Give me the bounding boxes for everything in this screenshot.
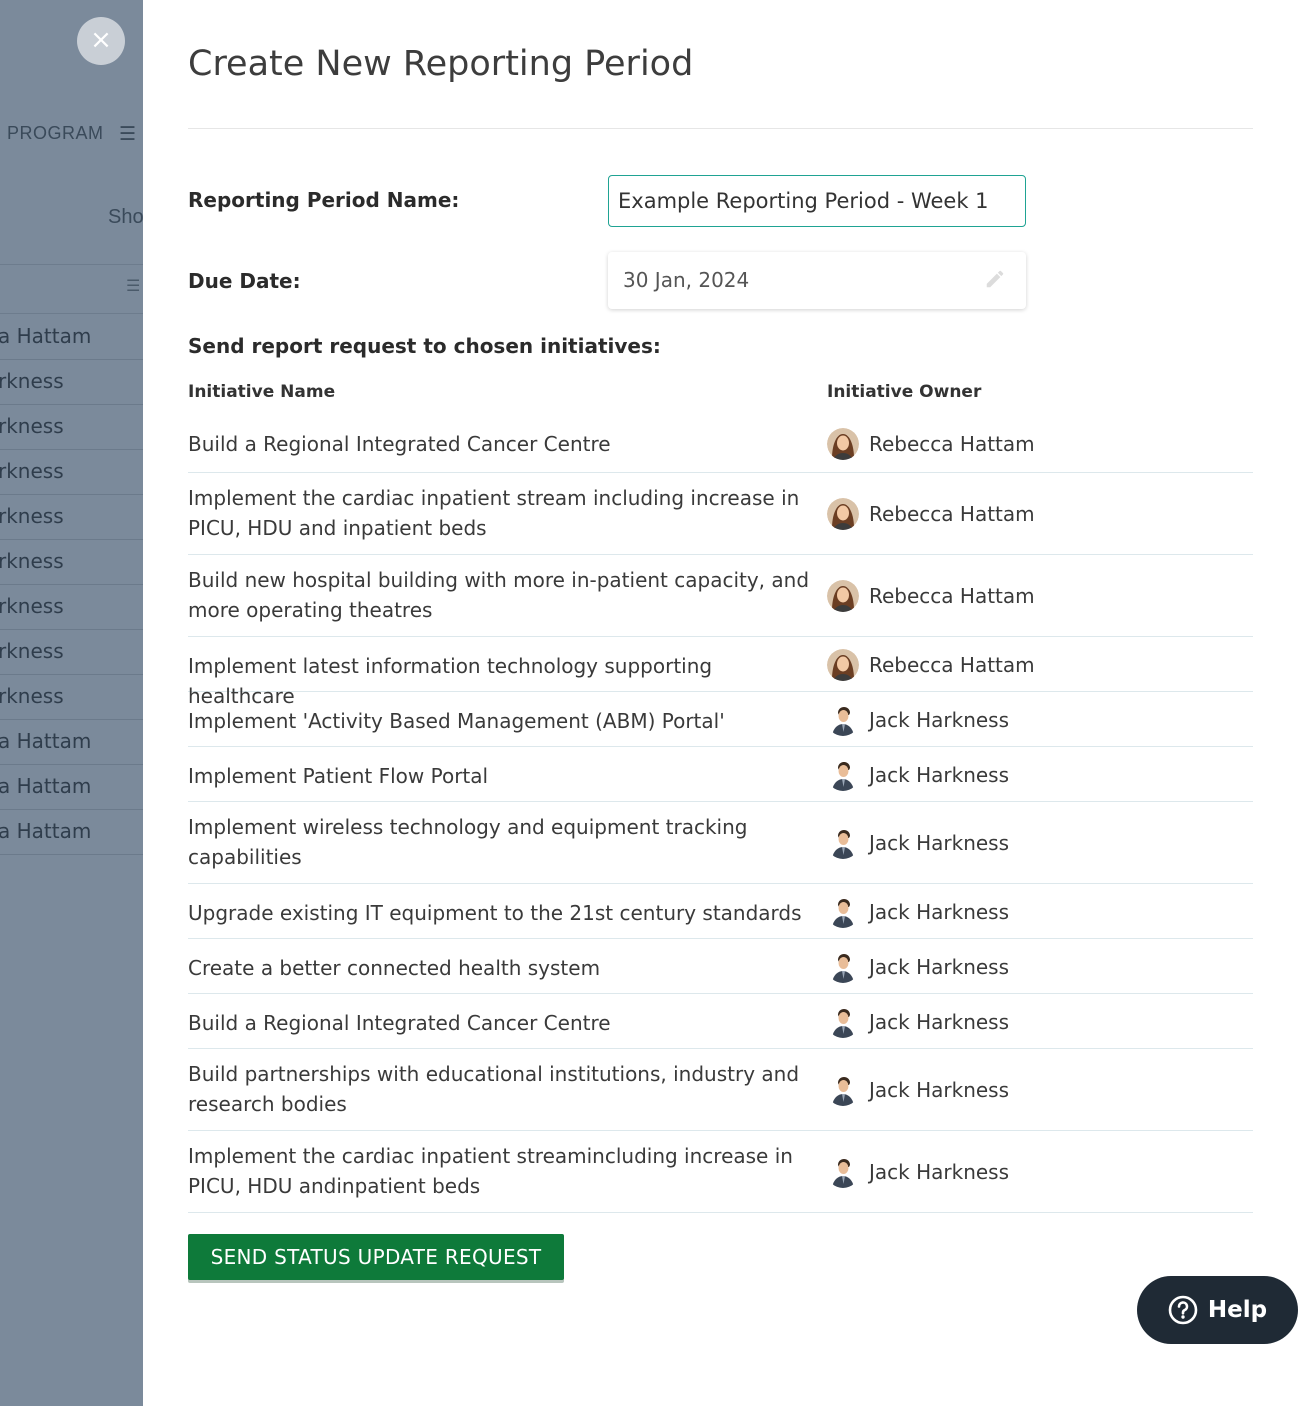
background-list-item: a Hattam [0, 719, 143, 765]
background-list-item: rkness [0, 404, 143, 450]
initiative-owner: Jack Harkness [827, 704, 1009, 736]
avatar [827, 827, 859, 859]
initiative-row[interactable]: Create a better connected health system J… [188, 939, 1253, 994]
background-list-item: rkness [0, 584, 143, 630]
initiative-owner: Rebecca Hattam [827, 649, 1035, 681]
background-list-item: rkness [0, 359, 143, 405]
initiative-owner: Jack Harkness [827, 1074, 1009, 1106]
owner-name: Jack Harkness [869, 955, 1010, 979]
background-list-item: a Hattam [0, 809, 143, 855]
initiative-name: Implement the cardiac inpatient stream i… [188, 486, 800, 540]
initiative-row[interactable]: Build a Regional Integrated Cancer Centr… [188, 415, 1253, 473]
owner-name: Rebecca Hattam [869, 502, 1035, 526]
close-icon: × [90, 25, 112, 55]
owner-name: Rebecca Hattam [869, 432, 1035, 456]
initiative-owner: Jack Harkness [827, 1156, 1009, 1188]
initiative-owner: Jack Harkness [827, 1006, 1009, 1038]
background-list-item: rkness [0, 674, 143, 720]
reporting-period-name-label: Reporting Period Name: [188, 188, 460, 212]
background-partial-text: Sho [108, 206, 143, 228]
initiative-row[interactable]: Build new hospital building with more in… [188, 555, 1253, 637]
initiative-name: Create a better connected health system [188, 956, 601, 980]
background-list-item: rkness [0, 449, 143, 495]
background-list-item: a Hattam [0, 314, 143, 360]
column-header-initiative-name: Initiative Name [188, 382, 336, 402]
initiative-name: Implement Patient Flow Portal [188, 764, 489, 788]
create-reporting-period-modal: Create New Reporting Period Reporting Pe… [143, 0, 1298, 1406]
owner-name: Jack Harkness [869, 1010, 1010, 1034]
initiative-row[interactable]: Implement latest information technology … [188, 637, 1253, 708]
background-list-item: rkness [0, 494, 143, 540]
owner-name: Jack Harkness [869, 708, 1010, 732]
avatar [827, 649, 859, 681]
owner-name: Jack Harkness [869, 831, 1010, 855]
avatar [827, 580, 859, 612]
owner-name: Jack Harkness [869, 1078, 1010, 1102]
modal-title: Create New Reporting Period [188, 44, 694, 84]
due-date-picker[interactable]: 30 Jan, 2024 [608, 252, 1026, 309]
help-label: Help [1207, 1297, 1268, 1323]
title-divider [188, 128, 1253, 129]
initiative-owner: Jack Harkness [827, 827, 1009, 859]
due-date-value: 30 Jan, 2024 [623, 268, 750, 292]
initiative-row[interactable]: Upgrade existing IT equipment to the 21s… [188, 884, 1253, 939]
owner-name: Rebecca Hattam [869, 653, 1035, 677]
avatar [827, 704, 859, 736]
initiative-name: Implement 'Activity Based Management (AB… [188, 709, 725, 733]
hamburger-menu-icon: ☰ [119, 124, 137, 145]
initiative-row[interactable]: Implement the cardiac inpatient stream i… [188, 473, 1253, 555]
initiative-row[interactable]: Build a Regional Integrated Cancer Centr… [188, 994, 1253, 1049]
background-divider [0, 264, 143, 265]
help-button[interactable]: Help [1137, 1276, 1298, 1344]
initiative-owner: Jack Harkness [827, 896, 1009, 928]
send-request-label: Send report request to chosen initiative… [188, 334, 661, 358]
initiative-name: Build a Regional Integrated Cancer Centr… [188, 432, 611, 456]
close-button[interactable]: × [77, 17, 125, 65]
initiative-owner: Rebecca Hattam [827, 580, 1035, 612]
initiative-owner: Jack Harkness [827, 759, 1009, 791]
send-status-update-request-button[interactable]: SEND STATUS UPDATE REQUEST [188, 1234, 564, 1280]
initiative-name: Upgrade existing IT equipment to the 21s… [188, 901, 802, 925]
avatar [827, 1074, 859, 1106]
background-list-item: rkness [0, 539, 143, 585]
background-list-item: rkness [0, 629, 143, 675]
owner-name: Jack Harkness [869, 1160, 1010, 1184]
owner-name: Jack Harkness [869, 900, 1010, 924]
initiative-owner: Jack Harkness [827, 951, 1009, 983]
due-date-label: Due Date: [188, 269, 301, 293]
initiative-name: Build a Regional Integrated Cancer Centr… [188, 1011, 611, 1035]
question-circle-icon [1168, 1295, 1198, 1325]
reporting-period-name-input[interactable] [608, 175, 1026, 227]
background-app: PROGRAM ☰ Sho ☰ a Hattam rkness rkness rkne… [0, 0, 143, 1406]
avatar [827, 759, 859, 791]
initiative-owner: Rebecca Hattam [827, 498, 1035, 530]
initiative-row[interactable]: Implement wireless technology and equipm… [188, 802, 1253, 884]
pencil-icon[interactable] [984, 268, 1006, 290]
owner-name: Rebecca Hattam [869, 584, 1035, 608]
column-header-initiative-owner: Initiative Owner [827, 382, 982, 402]
avatar [827, 896, 859, 928]
avatar [827, 1156, 859, 1188]
initiative-name: Implement the cardiac inpatient streamin… [188, 1144, 793, 1198]
avatar [827, 951, 859, 983]
avatar [827, 1006, 859, 1038]
background-list-item: a Hattam [0, 764, 143, 810]
initiative-name: Build partnerships with educational inst… [188, 1062, 800, 1116]
initiative-owner: Rebecca Hattam [827, 428, 1035, 460]
initiative-row[interactable]: Implement Patient Flow Portal Jack Harkne… [188, 747, 1253, 802]
initiative-row[interactable]: Implement the cardiac inpatient streamin… [188, 1131, 1253, 1213]
program-label: PROGRAM [7, 123, 104, 143]
list-menu-icon: ☰ [126, 278, 141, 295]
avatar [827, 498, 859, 530]
initiative-row[interactable]: Implement 'Activity Based Management (AB… [188, 692, 1253, 747]
avatar [827, 428, 859, 460]
initiative-row[interactable]: Build partnerships with educational inst… [188, 1049, 1253, 1131]
owner-name: Jack Harkness [869, 763, 1010, 787]
initiative-name: Implement wireless technology and equipm… [188, 815, 748, 869]
initiative-name: Build new hospital building with more in… [188, 568, 810, 622]
